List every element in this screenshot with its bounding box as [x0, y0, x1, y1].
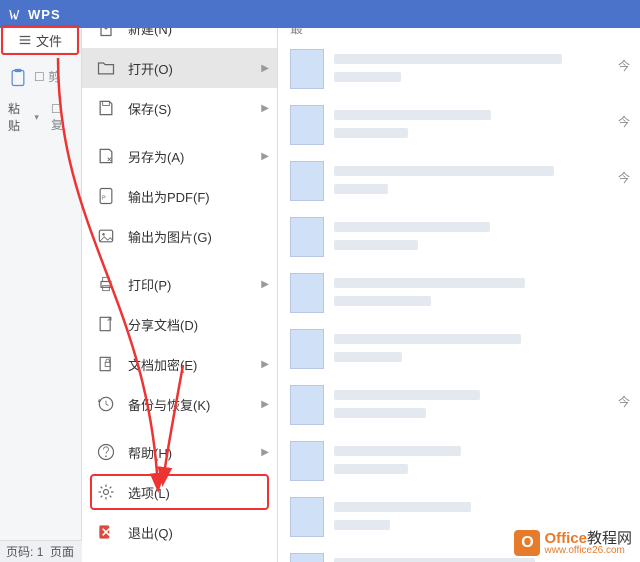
app-name: WPS	[28, 7, 61, 22]
svg-text:P: P	[102, 195, 106, 201]
doc-title-blurred	[334, 218, 628, 256]
paste-label: 粘贴	[8, 100, 28, 134]
menu-item-label: 打开(O)	[128, 59, 173, 78]
doc-title-blurred	[334, 106, 628, 144]
chevron-right-icon: ▶	[261, 151, 269, 162]
paste-icon	[8, 68, 28, 88]
menu-item-img[interactable]: 输出为图片(G)	[82, 216, 277, 256]
chevron-right-icon: ▶	[261, 359, 269, 370]
chevron-right-icon: ▶	[261, 399, 269, 410]
doc-thumbnail	[290, 161, 324, 201]
folder-icon	[96, 58, 116, 78]
recent-item[interactable]: 今	[290, 105, 628, 145]
app-logo: WPS	[8, 6, 61, 22]
menu-item-encrypt[interactable]: 文档加密(E) ▶	[82, 344, 277, 384]
menu-item-backup[interactable]: 备份与恢复(K) ▶	[82, 384, 277, 424]
doc-thumbnail	[290, 49, 324, 89]
recent-item[interactable]	[290, 273, 628, 313]
recent-docs-panel: 最 今今今今	[278, 0, 640, 562]
menu-item-options[interactable]: 选项(L)	[82, 472, 277, 512]
file-tab[interactable]: 文件	[4, 28, 76, 52]
lock-icon	[96, 354, 116, 374]
share-icon	[96, 314, 116, 334]
doc-thumbnail	[290, 385, 324, 425]
left-ribbon-strip: ☐ 剪 粘贴▾ ☐ 复	[0, 28, 82, 562]
doc-time: 今	[618, 169, 630, 186]
history-icon	[96, 394, 116, 414]
recent-item[interactable]	[290, 329, 628, 369]
paste-label-row: 粘贴▾ ☐ 复	[0, 94, 81, 140]
pdf-icon: P	[96, 186, 116, 206]
gear-icon	[96, 482, 116, 502]
watermark: O Office教程网 www.office26.com	[514, 530, 632, 556]
menu-item-label: 保存(S)	[128, 99, 171, 118]
menu-item-share[interactable]: 分享文档(D)	[82, 304, 277, 344]
menu-item-label: 文档加密(E)	[128, 355, 197, 374]
menu-item-pdf[interactable]: P 输出为PDF(F)	[82, 176, 277, 216]
doc-time: 今	[618, 57, 630, 74]
clipboard-paste-button[interactable]: ☐ 剪	[0, 62, 81, 94]
doc-thumbnail	[290, 329, 324, 369]
menu-item-label: 退出(Q)	[128, 523, 173, 542]
doc-title-blurred	[334, 162, 628, 200]
wps-logo-icon	[8, 6, 24, 22]
chevron-right-icon: ▶	[261, 63, 269, 74]
doc-thumbnail	[290, 553, 324, 562]
menu-item-saveas[interactable]: 另存为(A) ▶	[82, 136, 277, 176]
doc-thumbnail	[290, 273, 324, 313]
chevron-right-icon: ▶	[261, 447, 269, 458]
menu-item-label: 另存为(A)	[128, 147, 184, 166]
menu-item-label: 输出为PDF(F)	[128, 187, 210, 206]
print-icon	[96, 274, 116, 294]
file-menu-panel: 新建(N)打开(O)▶保存(S)▶另存为(A)▶P输出为PDF(F)输出为图片(…	[82, 0, 278, 562]
menu-item-label: 分享文档(D)	[128, 315, 198, 334]
doc-thumbnail	[290, 441, 324, 481]
file-tab-wrap: 文件	[4, 28, 76, 52]
status-bar: 页码: 1 页面	[0, 540, 82, 562]
doc-title-blurred	[334, 442, 628, 480]
saveas-icon	[96, 146, 116, 166]
menu-item-save[interactable]: 保存(S) ▶	[82, 88, 277, 128]
doc-title-blurred	[334, 50, 628, 88]
hamburger-icon	[18, 33, 32, 47]
recent-item[interactable]: 今	[290, 385, 628, 425]
menu-item-label: 打印(P)	[128, 275, 171, 294]
save-icon	[96, 98, 116, 118]
recent-item[interactable]: 今	[290, 49, 628, 89]
menu-item-label: 选项(L)	[128, 483, 170, 502]
recent-item[interactable]	[290, 441, 628, 481]
menu-item-label: 输出为图片(G)	[128, 227, 212, 246]
doc-time: 今	[618, 113, 630, 130]
menu-item-open[interactable]: 打开(O) ▶	[82, 48, 277, 88]
menu-item-label: 备份与恢复(K)	[128, 395, 210, 414]
doc-thumbnail	[290, 217, 324, 257]
doc-thumbnail	[290, 105, 324, 145]
recent-item[interactable]	[290, 217, 628, 257]
menu-item-print[interactable]: 打印(P) ▶	[82, 264, 277, 304]
recent-item[interactable]: 今	[290, 161, 628, 201]
exit-icon	[96, 522, 116, 542]
watermark-icon: O	[514, 530, 540, 556]
chevron-right-icon: ▶	[261, 103, 269, 114]
doc-thumbnail	[290, 497, 324, 537]
doc-title-blurred	[334, 274, 628, 312]
help-icon	[96, 442, 116, 462]
file-tab-label: 文件	[36, 31, 62, 50]
menu-item-label: 帮助(H)	[128, 443, 172, 462]
doc-time: 今	[618, 393, 630, 410]
doc-title-blurred	[334, 386, 628, 424]
image-icon	[96, 226, 116, 246]
menu-item-help[interactable]: 帮助(H) ▶	[82, 432, 277, 472]
doc-title-blurred	[334, 330, 628, 368]
menu-item-exit[interactable]: 退出(Q)	[82, 512, 277, 552]
chevron-right-icon: ▶	[261, 279, 269, 290]
title-bar: WPS	[0, 0, 640, 28]
